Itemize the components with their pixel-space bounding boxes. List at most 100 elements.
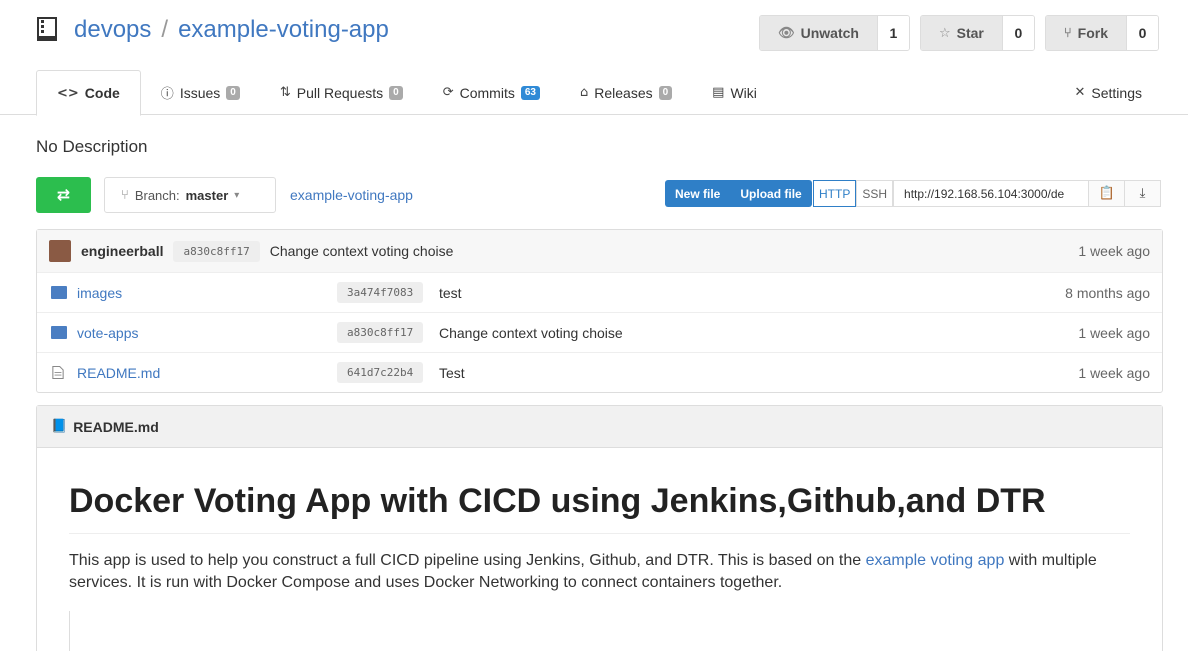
star-button[interactable]: ☆ Star <box>920 16 1002 50</box>
file-icon <box>52 365 64 380</box>
fork-count[interactable]: 0 <box>1126 16 1158 50</box>
tab-wiki[interactable]: ▤ Wiki <box>692 70 777 115</box>
ssh-button[interactable]: SSH <box>856 180 894 207</box>
file-commit-message: Test <box>439 364 465 381</box>
tools-icon: ✕ <box>1074 85 1086 100</box>
table-row: vote-apps a830c8ff17 Change context voti… <box>37 312 1162 352</box>
tab-code[interactable]: <> Code <box>36 70 141 116</box>
readme-heading: Docker Voting App with CICD using Jenkin… <box>69 482 1130 535</box>
fork-button[interactable]: ⑂ Fork <box>1045 16 1126 50</box>
repo-header: devops / example-voting-app 👁 Unwatch 1 ☆… <box>0 0 1188 116</box>
clone-panel: HTTP SSH http://192.168.56.104:3000/de 📋… <box>813 180 1162 207</box>
file-table: engineerball a830c8ff17 Change context v… <box>36 229 1163 393</box>
file-name-link[interactable]: README.md <box>77 365 160 381</box>
tab-releases-label: Releases <box>594 84 653 101</box>
eye-icon: 👁 <box>778 25 795 41</box>
upload-file-button[interactable]: Upload file <box>730 180 811 207</box>
readme-body: Docker Voting App with CICD using Jenkin… <box>37 448 1162 628</box>
pull-request-icon: ⇅ <box>279 85 291 100</box>
breadcrumb[interactable]: example-voting-app <box>290 187 413 203</box>
tab-commits-label: Commits <box>459 84 515 101</box>
caret-down-icon: ▾ <box>234 189 240 201</box>
readme-filename: README.md <box>73 418 159 435</box>
new-file-button[interactable]: New file <box>665 180 730 207</box>
branch-icon: ⑂ <box>121 187 129 203</box>
history-icon: ⟳ <box>442 85 454 100</box>
repo-name-link[interactable]: example-voting-app <box>178 16 389 44</box>
readme-paragraph: This app is used to help you construct a… <box>69 550 1130 594</box>
file-buttons: New file Upload file <box>665 180 812 207</box>
releases-count-badge: 0 <box>658 85 673 100</box>
tag-icon: ⌂ <box>579 85 589 100</box>
branch-prefix: Branch: <box>134 187 180 203</box>
example-voting-app-link[interactable]: example voting app <box>866 552 1005 569</box>
tab-issues-label: Issues <box>179 84 221 101</box>
download-button[interactable]: ⤓ <box>1125 180 1162 207</box>
copy-button[interactable]: 📋 <box>1089 180 1126 207</box>
fork-label: Fork <box>1077 25 1108 41</box>
avatar[interactable] <box>49 240 71 262</box>
tab-releases[interactable]: ⌂ Releases 0 <box>560 70 692 115</box>
commits-count-badge: 63 <box>520 85 540 100</box>
issue-icon: ⓘ <box>160 87 174 102</box>
commit-author[interactable]: engineerball <box>81 243 163 259</box>
tab-settings[interactable]: ✕ Settings <box>1055 70 1163 115</box>
repo-icon <box>37 17 57 41</box>
compare-button[interactable]: ⇄ <box>36 177 91 213</box>
watch-button-group: 👁 Unwatch 1 <box>759 15 910 51</box>
table-row: README.md 641d7c22b4 Test 1 week ago <box>37 352 1162 392</box>
star-count[interactable]: 0 <box>1001 16 1034 50</box>
book-icon: ▤ <box>712 85 725 100</box>
tab-code-label: Code <box>84 85 120 101</box>
file-commit-message: Change context voting choise <box>439 324 623 341</box>
latest-commit-row: engineerball a830c8ff17 Change context v… <box>37 230 1162 272</box>
repo-tabs: <> Code ⓘ Issues 0 ⇅ Pull Requests 0 ⟳ Commits… <box>36 70 1188 116</box>
file-commit-sha[interactable]: 3a474f7083 <box>337 282 424 303</box>
file-commit-time: 1 week ago <box>1078 364 1150 381</box>
download-icon: ⤓ <box>1139 186 1146 201</box>
file-commit-time: 8 months ago <box>1065 284 1150 301</box>
commit-sha[interactable]: a830c8ff17 <box>173 240 260 262</box>
http-button[interactable]: HTTP <box>813 180 857 207</box>
fork-button-group: ⑂ Fork 0 <box>1044 15 1159 51</box>
tab-issues[interactable]: ⓘ Issues 0 <box>141 70 260 115</box>
book-icon: 📘 <box>51 419 68 434</box>
code-icon: <> <box>57 85 79 101</box>
file-commit-sha[interactable]: 641d7c22b4 <box>337 362 424 383</box>
repo-owner-link[interactable]: devops <box>74 16 151 44</box>
watch-count[interactable]: 1 <box>876 16 909 50</box>
tab-wiki-label: Wiki <box>730 84 757 101</box>
repo-separator: / <box>161 16 169 43</box>
unwatch-label: Unwatch <box>800 25 859 41</box>
star-icon: ☆ <box>938 25 951 41</box>
file-commit-time: 1 week ago <box>1078 324 1150 341</box>
pull-requests-count-badge: 0 <box>389 85 403 100</box>
file-name-link[interactable]: images <box>77 285 122 301</box>
star-label: Star <box>956 25 984 41</box>
blockquote-border <box>69 611 73 651</box>
branch-select[interactable]: ⑂ Branch: master ▾ <box>104 177 276 213</box>
table-row: images 3a474f7083 test 8 months ago <box>37 272 1162 312</box>
sync-icon: ⇄ <box>56 187 71 204</box>
readme-header: 📘 README.md <box>37 406 1162 448</box>
file-name-link[interactable]: vote-apps <box>77 325 138 341</box>
clipboard-icon: 📋 <box>1098 186 1115 201</box>
repo-description: No Description <box>36 137 148 156</box>
commit-time: 1 week ago <box>1078 243 1150 259</box>
tab-commits[interactable]: ⟳ Commits 63 <box>423 70 560 115</box>
clone-url-input[interactable]: http://192.168.56.104:3000/de <box>893 180 1090 207</box>
file-commit-sha[interactable]: a830c8ff17 <box>337 322 424 343</box>
folder-icon <box>51 286 67 299</box>
repo-title: devops / example-voting-app <box>36 16 389 44</box>
unwatch-button[interactable]: 👁 Unwatch <box>760 16 877 50</box>
branch-name: master <box>185 187 229 203</box>
repo-toolbar: ⇄ ⑂ Branch: master ▾ example-voting-app … <box>36 177 1162 213</box>
tab-pull-requests-label: Pull Requests <box>296 84 384 101</box>
fork-icon: ⑂ <box>1063 25 1072 41</box>
issues-count-badge: 0 <box>226 85 240 100</box>
tab-settings-label: Settings <box>1091 84 1142 101</box>
readme-panel: 📘 README.md Docker Voting App with CICD … <box>36 405 1163 651</box>
tab-pull-requests[interactable]: ⇅ Pull Requests 0 <box>260 70 423 115</box>
star-button-group: ☆ Star 0 <box>919 15 1035 51</box>
readme-text-before: This app is used to help you construct a… <box>69 552 866 570</box>
